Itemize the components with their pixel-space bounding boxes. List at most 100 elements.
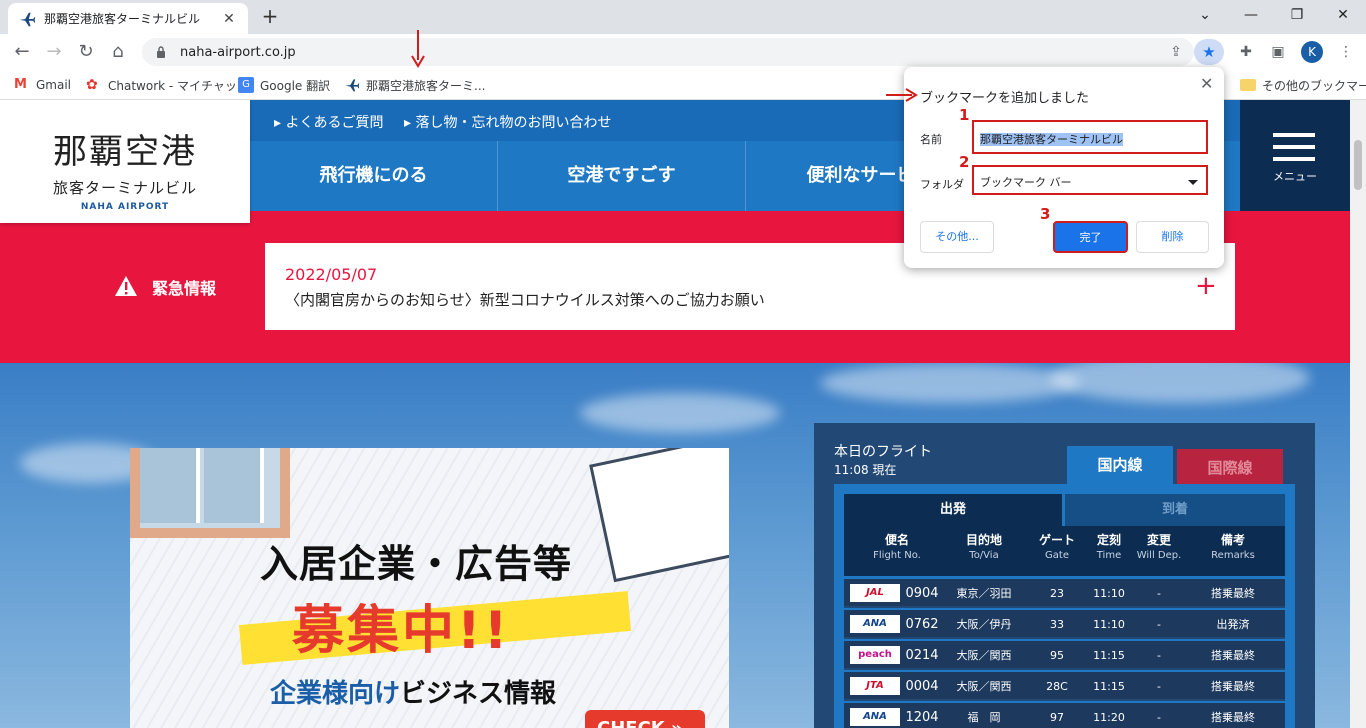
nav-board-plane[interactable]: 飛行機にのる: [250, 141, 498, 211]
other-bookmarks[interactable]: その他のブックマーク: [1240, 76, 1366, 94]
back-button[interactable]: ←: [10, 40, 34, 64]
folder-label: フォルダ: [920, 178, 964, 191]
faq-link[interactable]: ▸ よくあるご質問: [274, 112, 383, 132]
flight-row[interactable]: peach 0214 大阪／関西 95 11:15 - 搭乗最終: [844, 641, 1285, 670]
reload-button[interactable]: ↻: [74, 40, 98, 64]
banner-business-info: 企業様向けビジネス情報: [270, 673, 556, 710]
banner-headline: 入居企業・広告等: [260, 542, 573, 586]
side-panel-icon[interactable]: ▣: [1266, 40, 1290, 64]
flight-time: 11:15: [1093, 649, 1125, 662]
bookmark-naha-airport[interactable]: 那覇空港旅客ターミ...: [344, 76, 485, 94]
name-value: 那覇空港旅客ターミナルビル: [980, 131, 1123, 147]
logo-english: NAHA AIRPORT: [80, 202, 170, 212]
header-change-en: Will Dep.: [1136, 550, 1182, 561]
flight-row[interactable]: JTA 0004 大阪／関西 28C 11:15 - 搭乗最終: [844, 672, 1285, 701]
flight-time: 11:10: [1093, 587, 1125, 600]
logo-title: 那覇空港: [53, 132, 197, 172]
header-change: 変更 Will Dep.: [1128, 532, 1190, 564]
minimize-button[interactable]: —: [1228, 0, 1274, 30]
bookmark-label: Gmail: [36, 78, 72, 92]
page-scrollbar[interactable]: [1350, 100, 1366, 728]
cloud: [820, 363, 1080, 403]
header-dest: 目的地 To/Via: [944, 532, 1024, 564]
menu-button[interactable]: メニュー: [1240, 100, 1350, 211]
window-illustration: [130, 448, 290, 538]
address-bar[interactable]: naha-airport.co.jp: [142, 38, 1194, 66]
banner-recruiting: 募集中!!: [292, 601, 511, 661]
window-close-button[interactable]: ✕: [1320, 0, 1366, 30]
tab-international[interactable]: 国際線: [1177, 449, 1283, 484]
flight-gate: 28C: [1046, 680, 1068, 693]
flight-remarks: 搭乗最終: [1211, 680, 1255, 693]
site-logo[interactable]: 那覇空港 旅客ターミナルビル NAHA AIRPORT: [0, 100, 250, 223]
chatwork-icon: ✿: [86, 77, 98, 93]
profile-avatar[interactable]: K: [1301, 41, 1323, 63]
dialog-close-icon[interactable]: ✕: [1200, 74, 1213, 93]
flight-row[interactable]: ANA 0762 大阪／伊丹 33 11:10 - 出発済: [844, 610, 1285, 639]
folder-icon: [1240, 79, 1256, 91]
lost-found-link-label: 落し物・忘れ物のお問い合わせ: [415, 115, 612, 131]
header-flight-en: Flight No.: [873, 550, 921, 561]
other-bookmarks-label: その他のブックマーク: [1262, 78, 1366, 93]
more-button[interactable]: その他...: [920, 221, 994, 253]
flight-row[interactable]: JAL 0904 東京／羽田 23 11:10 - 搭乗最終: [844, 579, 1285, 608]
header-remarks-en: Remarks: [1211, 550, 1255, 561]
tab-strip: 那覇空港旅客ターミナルビル ✕ + ⌄ — ❐ ✕: [0, 0, 1366, 34]
bookmark-google-translate[interactable]: G Google 翻訳: [238, 76, 330, 94]
expand-plus-icon[interactable]: +: [1195, 271, 1217, 301]
notice-text: 〈内閣官房からのお知らせ〉新型コロナウイルス対策へのご協力お願い: [285, 291, 765, 309]
airplane-icon: [345, 79, 360, 92]
tab-close-icon[interactable]: ✕: [220, 11, 238, 27]
folder-value: ブックマーク バー: [980, 176, 1072, 189]
emergency-title: 緊急情報: [152, 279, 217, 298]
flight-number: 1204: [905, 710, 939, 725]
flight-gate: 33: [1050, 618, 1064, 631]
scrollbar-thumb[interactable]: [1354, 140, 1362, 190]
menu-label: メニュー: [1273, 170, 1317, 183]
share-icon[interactable]: ⇪: [1164, 40, 1188, 64]
folder-select[interactable]: ブックマーク バー: [972, 165, 1208, 195]
lost-found-link[interactable]: ▸ 落し物・忘れ物のお問い合わせ: [404, 112, 611, 132]
nav-spend-time[interactable]: 空港ですごす: [498, 141, 746, 211]
annotation-arrow-down-icon: [411, 30, 425, 68]
header-remarks-ja: 備考: [1220, 533, 1245, 547]
recruitment-banner[interactable]: 入居企業・広告等 募集中!! 企業様向けビジネス情報 CHECK »: [130, 448, 729, 728]
step-number-2: 2: [959, 153, 970, 171]
check-button[interactable]: CHECK »: [585, 710, 705, 728]
bookmark-star-icon[interactable]: ★: [1194, 39, 1224, 65]
gmail-icon: M: [14, 77, 27, 92]
flight-change: -: [1157, 711, 1161, 724]
flight-destination: 福 岡: [967, 711, 1001, 724]
home-button[interactable]: ⌂: [106, 40, 130, 64]
tab-domestic[interactable]: 国内線: [1067, 446, 1173, 484]
flight-row[interactable]: ANA 1204 福 岡 97 11:20 - 搭乗最終: [844, 703, 1285, 728]
tab-search-icon[interactable]: ⌄: [1182, 0, 1228, 30]
url-text: naha-airport.co.jp: [180, 44, 296, 60]
bookmark-chatwork[interactable]: ✿ Chatwork - マイチャット: [86, 76, 249, 94]
flight-number: 0904: [905, 586, 939, 601]
header-flight: 便名 Flight No.: [852, 532, 942, 564]
new-tab-button[interactable]: +: [258, 4, 282, 28]
delete-button[interactable]: 削除: [1136, 221, 1209, 253]
done-button[interactable]: 完了: [1053, 221, 1128, 253]
hero-area: 入居企業・広告等 募集中!! 企業様向けビジネス情報 CHECK » 本日のフラ…: [0, 363, 1350, 728]
bookmark-name-input[interactable]: 那覇空港旅客ターミナルビル: [972, 120, 1208, 154]
step-number-1: 1: [959, 106, 970, 124]
restore-button[interactable]: ❐: [1274, 0, 1320, 30]
ana-logo-icon: ANA: [850, 615, 900, 633]
header-remarks: 備考 Remarks: [1190, 532, 1276, 564]
forward-button[interactable]: →: [42, 40, 66, 64]
peach-logo-icon: peach: [850, 646, 900, 664]
bookmark-label: Chatwork - マイチャット: [108, 78, 249, 93]
header-time-ja: 定刻: [1096, 533, 1121, 547]
airplane-icon: [19, 12, 36, 26]
flight-destination: 大阪／伊丹: [956, 618, 1012, 631]
extensions-icon[interactable]: ✚: [1234, 40, 1258, 64]
tab-departure[interactable]: 出発: [844, 494, 1062, 526]
browser-toolbar: ← → ↻ ⌂ naha-airport.co.jp ⇪ ★ ✚ ▣ K ⋮: [0, 34, 1366, 70]
banner-business-blue: 企業様向け: [270, 679, 401, 709]
tab-arrival[interactable]: 到着: [1065, 494, 1285, 526]
browser-tab[interactable]: 那覇空港旅客ターミナルビル ✕: [8, 3, 248, 34]
browser-menu-icon[interactable]: ⋮: [1334, 40, 1358, 64]
bookmark-gmail[interactable]: M Gmail: [14, 76, 71, 94]
